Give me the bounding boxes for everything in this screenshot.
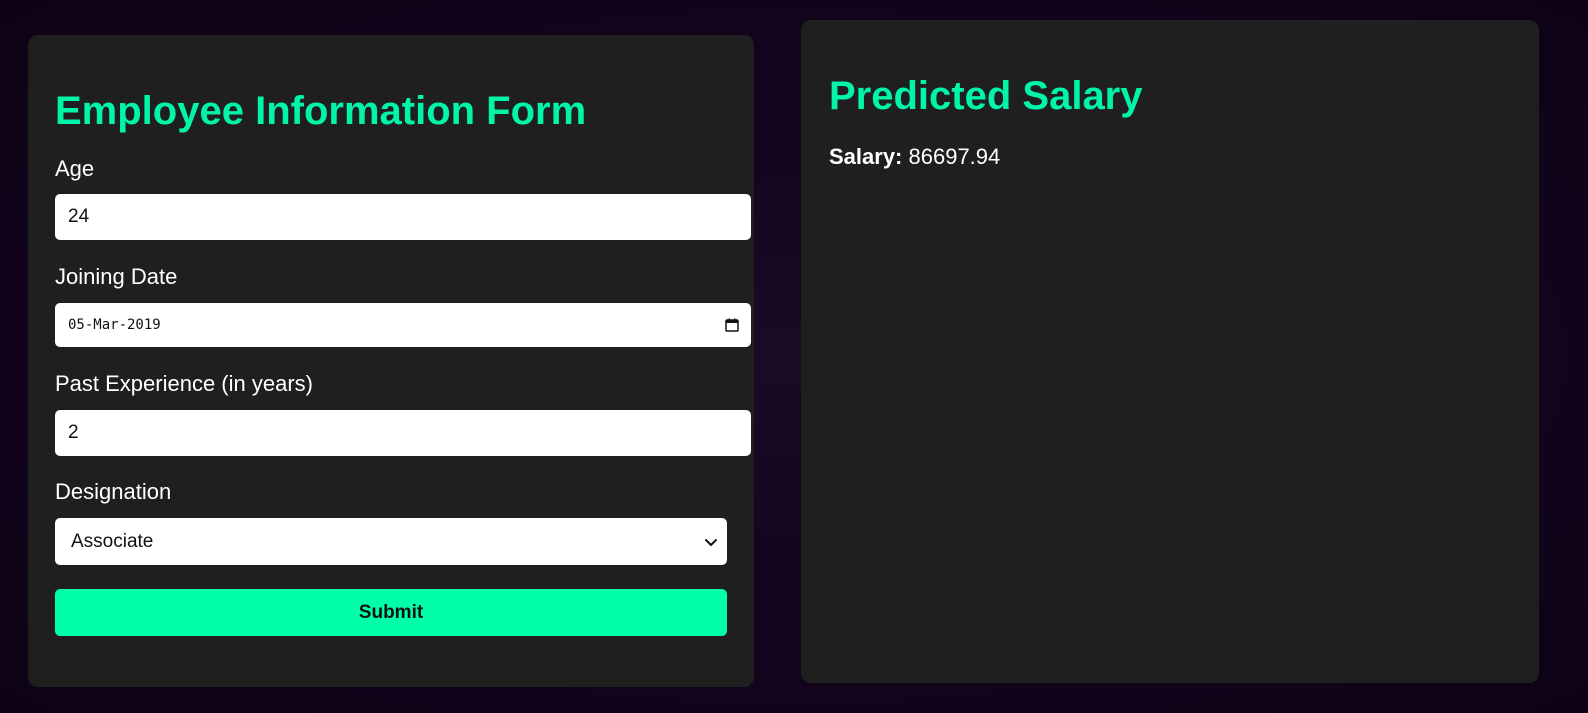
salary-value: 86697.94 [908,144,1001,169]
designation-selected-value: Associate [71,530,154,552]
experience-label: Past Experience (in years) [55,371,313,396]
form-title: Employee Information Form [55,89,587,133]
employee-form-panel: Employee Information Form Age Joining Da… [28,35,754,687]
age-label: Age [55,156,95,181]
age-input[interactable] [55,194,751,240]
designation-select[interactable]: Associate [55,518,727,565]
submit-button[interactable]: Submit [55,589,727,636]
salary-line: Salary: 86697.94 [829,144,1000,170]
experience-input[interactable] [55,410,751,456]
joining-date-label: Joining Date [55,264,178,289]
result-title: Predicted Salary [829,74,1143,118]
calendar-icon[interactable] [725,318,739,332]
salary-label: Salary: [829,144,909,169]
chevron-down-icon [703,534,719,550]
designation-label: Designation [55,479,172,504]
joining-date-input[interactable]: 05-Mar-2019 [55,303,751,347]
predicted-salary-panel: Predicted Salary Salary: 86697.94 [801,20,1539,683]
joining-date-value: 05-Mar-2019 [68,317,161,333]
